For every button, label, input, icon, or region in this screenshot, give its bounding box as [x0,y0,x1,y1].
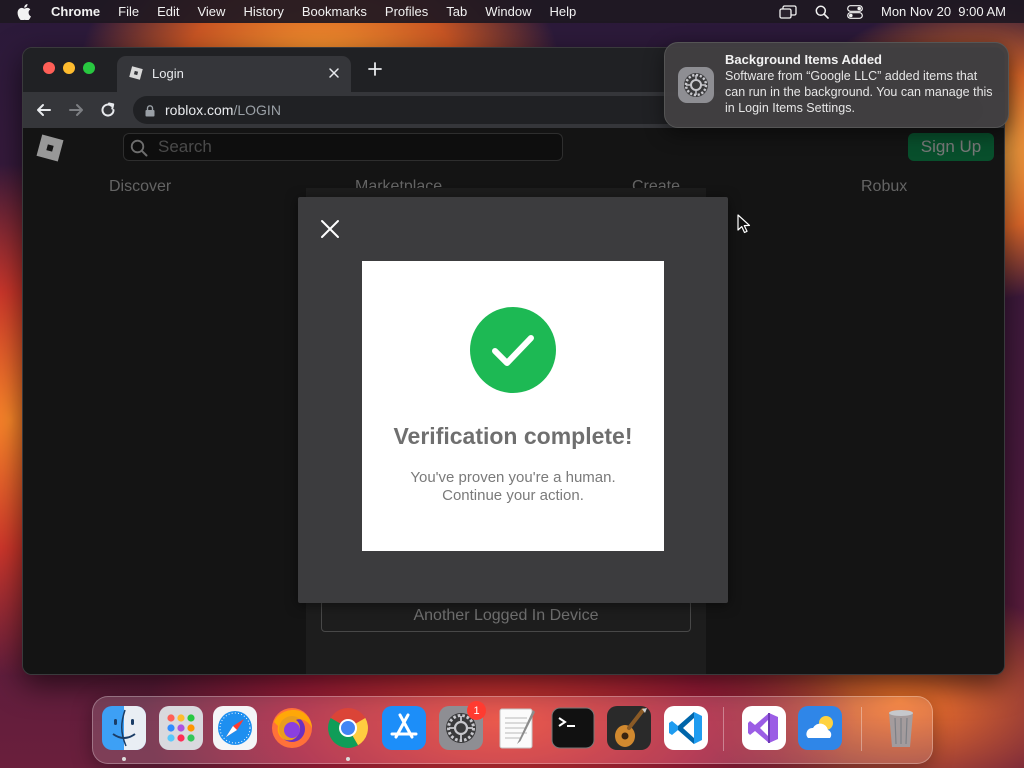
roblox-favicon-icon [129,66,143,80]
roblox-page: Search Sign Up Discover Marketplace Crea… [23,128,1004,674]
window-zoom-button[interactable] [83,62,95,74]
visual-studio-icon[interactable] [742,706,786,750]
menu-app-chrome[interactable]: Chrome [51,4,100,19]
system-settings-badge: 1 [467,701,486,720]
url-text[interactable]: roblox.com/LOGIN [165,102,281,118]
verification-message-line1: You've proven you're a human. [410,469,616,486]
menu-bookmarks[interactable]: Bookmarks [302,4,367,19]
menu-edit[interactable]: Edit [157,4,179,19]
finder-icon[interactable] [102,706,146,750]
tab-title: Login [152,66,184,81]
vscode-icon[interactable] [664,706,708,750]
verification-title: Verification complete! [393,423,633,449]
terminal-icon[interactable] [551,706,595,750]
notification-title: Background Items Added [725,52,882,67]
menu-window[interactable]: Window [485,4,531,19]
url-host: roblox.com [165,102,234,118]
menu-bar-clock[interactable]: Mon Nov 20 9:00 AM [881,4,1006,19]
garageband-icon[interactable] [607,706,651,750]
weather-icon[interactable] [798,706,842,750]
window-minimize-button[interactable] [63,62,75,74]
chrome-running-indicator [346,757,350,761]
spotlight-search-icon[interactable] [815,5,829,19]
back-arrow-icon[interactable] [35,101,53,119]
app-store-icon[interactable] [382,706,426,750]
tab-close-icon[interactable] [327,66,341,80]
window-close-button[interactable] [43,62,55,74]
control-center-icon[interactable] [847,4,863,19]
textedit-icon[interactable] [495,706,539,750]
new-tab-plus-icon[interactable] [367,61,383,77]
mouse-pointer-icon [737,214,751,234]
finder-running-indicator [122,757,126,761]
system-settings-gear-icon [677,66,715,104]
menu-profiles[interactable]: Profiles [385,4,428,19]
verification-panel: Verification complete! You've proven you… [362,261,664,551]
checkmark-circle-icon [470,307,556,393]
launchpad-icon[interactable] [159,706,203,750]
menu-history[interactable]: History [243,4,283,19]
chrome-window: Login roblox.com/LOGIN Search Sign Up Di… [22,47,1005,675]
lock-icon[interactable] [145,104,155,117]
menu-help[interactable]: Help [550,4,577,19]
background-items-notification[interactable]: Background Items Added Software from “Go… [664,42,1009,128]
menu-bar: Chrome File Edit View History Bookmarks … [0,0,1024,23]
menu-file[interactable]: File [118,4,139,19]
trash-icon[interactable] [879,706,923,750]
verification-modal: Verification complete! You've proven you… [298,197,728,603]
chrome-icon[interactable] [326,706,370,750]
reload-icon[interactable] [99,101,117,119]
verification-message-line2: Continue your action. [442,487,584,504]
firefox-icon[interactable] [270,706,314,750]
screen-mirroring-icon[interactable] [779,4,797,19]
close-icon[interactable] [320,219,340,239]
menu-view[interactable]: View [197,4,225,19]
notification-body: Software from “Google LLC” added items t… [725,69,993,115]
url-path: /LOGIN [233,102,281,118]
tab-login[interactable]: Login [117,56,351,92]
menu-tab[interactable]: Tab [446,4,467,19]
dock [92,696,933,764]
verification-message: You've proven you're a human. Continue y… [362,469,664,505]
dock-separator [723,707,724,751]
dock-separator-trash [861,707,862,751]
apple-menu-icon[interactable] [17,3,37,20]
forward-arrow-icon[interactable] [67,101,85,119]
safari-icon[interactable] [213,706,257,750]
